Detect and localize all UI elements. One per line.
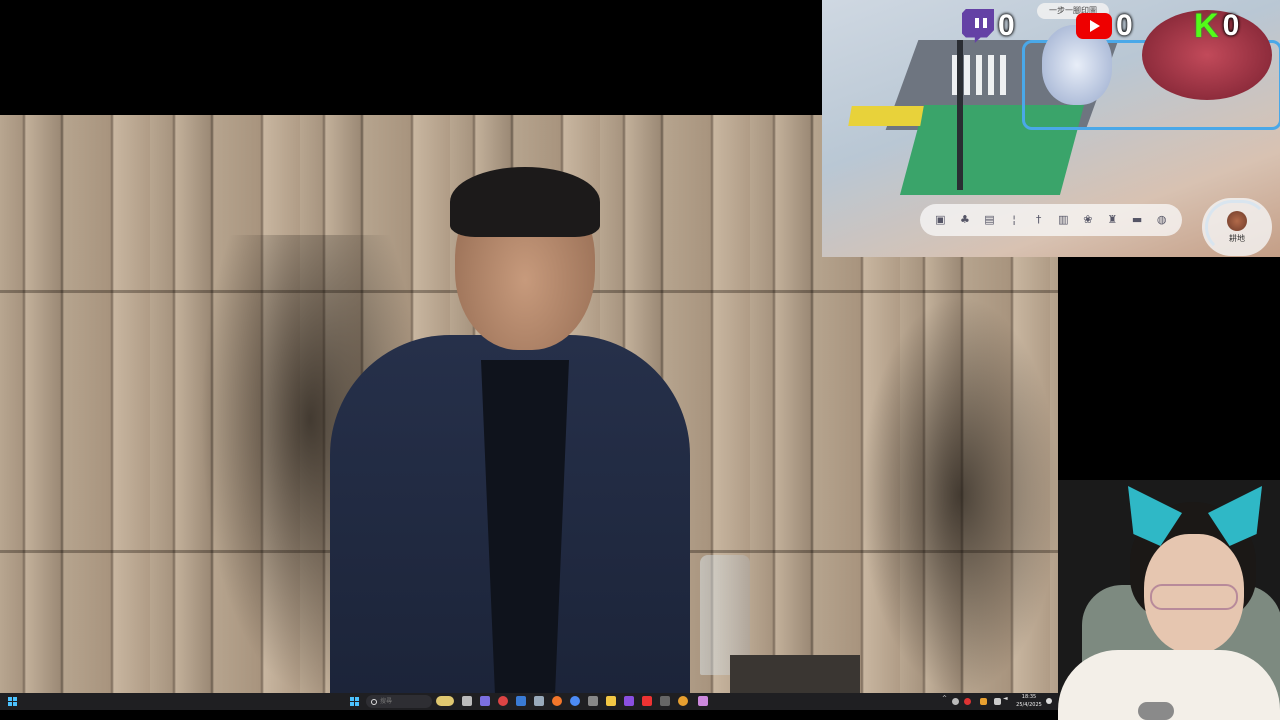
youtube-count: 0 xyxy=(1116,9,1133,42)
speaker-hair xyxy=(450,167,600,237)
search-input[interactable] xyxy=(380,696,420,707)
file-explorer-icon[interactable] xyxy=(606,696,616,706)
start-button-icon[interactable] xyxy=(350,697,359,706)
obs-icon[interactable] xyxy=(498,696,508,706)
steam-icon[interactable] xyxy=(516,696,526,706)
trophy-icon[interactable]: ♜ xyxy=(1104,212,1120,228)
game-sign xyxy=(848,106,924,126)
streamer-glasses xyxy=(1150,584,1238,610)
bush-icon[interactable]: ♣ xyxy=(957,212,973,228)
tray-chevron-icon[interactable]: ^ xyxy=(942,695,947,702)
speaker xyxy=(300,167,720,693)
clock-time: 18:35 xyxy=(1021,694,1037,700)
cabinet-icon[interactable]: ▥ xyxy=(1055,212,1071,228)
app-icon[interactable] xyxy=(588,696,598,706)
taskbar-clock[interactable]: 18:35 25/4/2025 xyxy=(1012,693,1046,710)
terminal-icon[interactable] xyxy=(534,696,544,706)
clock-date: 25/4/2025 xyxy=(1016,702,1042,708)
kick-counter: K 0 xyxy=(1194,6,1239,46)
bucket-icon[interactable]: ◍ xyxy=(1154,212,1170,228)
volume-icon[interactable]: ◄ xyxy=(1003,695,1008,702)
kick-count: 0 xyxy=(1222,9,1240,42)
torch-icon[interactable]: ¦ xyxy=(1006,212,1022,228)
youtube-icon xyxy=(1076,13,1112,39)
brick-icon[interactable]: ▬ xyxy=(1129,212,1145,228)
tray-recording-icon[interactable] xyxy=(964,698,971,705)
windows-logo-icon[interactable] xyxy=(8,697,17,706)
streamer-webcam xyxy=(1058,480,1280,720)
side-table xyxy=(730,655,860,693)
game-hotbar[interactable]: ▣ ♣ ▤ ¦ † ▥ ❀ ♜ ▬ ◍ xyxy=(920,204,1182,236)
chrome-icon[interactable] xyxy=(570,696,580,706)
widgets-icon[interactable] xyxy=(436,696,454,706)
tray-update-icon[interactable] xyxy=(980,698,987,705)
tray-app-icon[interactable] xyxy=(952,698,959,705)
wall-shadow xyxy=(860,295,1058,693)
windows-taskbar: ^ ◄ 18:35 25/4/2025 xyxy=(0,693,1058,710)
tool-wheel[interactable]: 耕地 xyxy=(1202,198,1272,256)
game-lamppost xyxy=(957,40,963,190)
kick-icon: K xyxy=(1194,7,1219,45)
plant-icon[interactable]: ❀ xyxy=(1080,212,1096,228)
youtube-counter: 0 xyxy=(1076,6,1133,46)
twitch-counter: 0 xyxy=(962,6,1015,46)
youtube-app-icon[interactable] xyxy=(642,696,652,706)
notification-icon[interactable] xyxy=(1046,698,1052,704)
game-app-icon[interactable] xyxy=(678,696,688,706)
lamp-icon[interactable]: † xyxy=(1031,212,1047,228)
tool-label: 耕地 xyxy=(1229,233,1245,243)
taskbar-search[interactable] xyxy=(366,695,432,708)
wifi-icon[interactable] xyxy=(994,698,1001,705)
twitch-icon xyxy=(962,9,994,43)
fence-icon[interactable]: ▤ xyxy=(981,212,997,228)
farmer-icon xyxy=(1227,210,1247,231)
firefox-icon[interactable] xyxy=(552,696,562,706)
settings-icon[interactable] xyxy=(660,696,670,706)
search-icon xyxy=(371,698,377,705)
discord-icon[interactable] xyxy=(624,696,634,706)
task-view-icon[interactable] xyxy=(462,696,472,706)
microphone xyxy=(1138,702,1174,720)
chat-app-icon[interactable] xyxy=(480,696,490,706)
twitch-count: 0 xyxy=(998,9,1015,42)
chest-icon[interactable]: ▣ xyxy=(932,212,948,228)
paint-icon[interactable] xyxy=(698,696,708,706)
